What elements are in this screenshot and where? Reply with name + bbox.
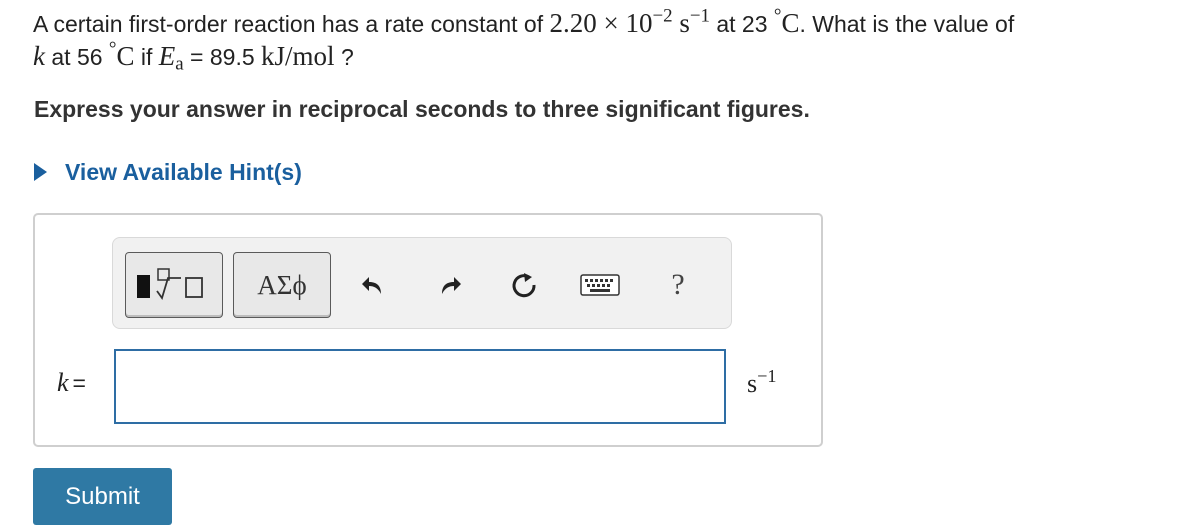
undo-icon[interactable] bbox=[358, 270, 388, 300]
temperature-unit: °C bbox=[108, 38, 135, 71]
instruction-text: Express your answer in reciprocal second… bbox=[34, 96, 810, 122]
question-part: if bbox=[134, 44, 159, 70]
question-part: ? bbox=[334, 44, 354, 70]
answer-unit-label: s−1 bbox=[747, 366, 777, 398]
answer-input[interactable] bbox=[114, 349, 726, 424]
answer-panel: ΑΣϕ ? k = s−1 bbox=[33, 213, 823, 447]
question-part: at 56 bbox=[44, 44, 109, 70]
question-text: A certain first-order reaction has a rat… bbox=[33, 5, 1183, 75]
redo-icon[interactable] bbox=[435, 270, 465, 300]
caret-right-icon bbox=[34, 163, 47, 181]
rate-constant-value: 2.20 × 10−2 s−1 bbox=[549, 5, 710, 38]
activation-energy-symbol: Ea bbox=[158, 41, 184, 75]
question-part: at 23 bbox=[709, 11, 774, 37]
view-hints-label: View Available Hint(s) bbox=[65, 158, 302, 185]
activation-energy-unit: kJ/mol bbox=[261, 41, 335, 71]
reset-icon[interactable] bbox=[509, 270, 539, 300]
keyboard-icon[interactable] bbox=[579, 270, 621, 300]
templates-icon bbox=[137, 268, 203, 301]
math-toolbar: ΑΣϕ ? bbox=[112, 237, 732, 329]
question-part: . What is the value of bbox=[799, 11, 1015, 37]
greek-symbols-button[interactable]: ΑΣϕ bbox=[233, 252, 331, 318]
view-hints-toggle[interactable]: View Available Hint(s) bbox=[34, 156, 302, 188]
templates-button[interactable] bbox=[125, 252, 223, 318]
question-part: = 89.5 bbox=[183, 44, 262, 70]
k-symbol: k bbox=[33, 41, 45, 71]
question-part: A certain first-order reaction has a rat… bbox=[33, 11, 550, 37]
submit-button[interactable]: Submit bbox=[33, 468, 172, 525]
temperature-unit: °C bbox=[773, 5, 800, 38]
help-icon[interactable]: ? bbox=[663, 268, 693, 301]
answer-variable-label: k = bbox=[57, 368, 86, 397]
greek-symbols-label: ΑΣϕ bbox=[257, 269, 307, 300]
